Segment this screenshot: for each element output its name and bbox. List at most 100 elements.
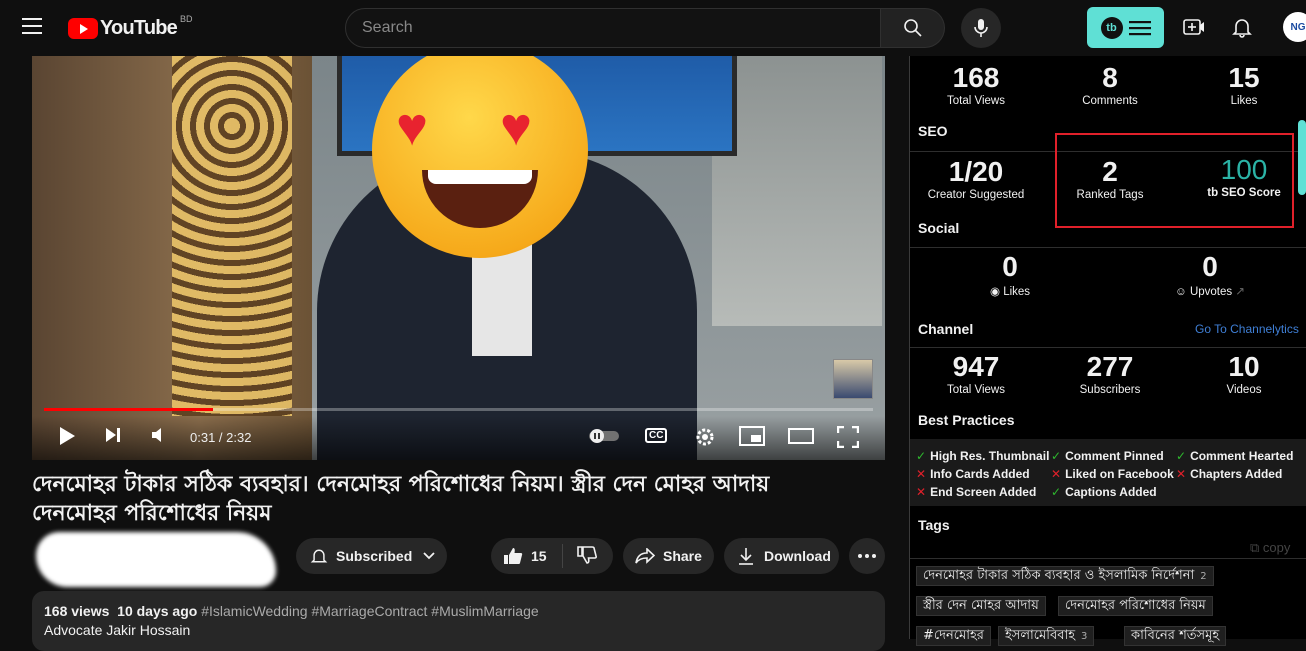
youtube-logo[interactable]: YouTube BD <box>68 14 193 40</box>
search-bar <box>345 8 945 48</box>
voice-search-button[interactable] <box>961 8 1001 48</box>
best-practices-heading: Best Practices <box>918 412 1015 428</box>
go-to-channelytics-link[interactable]: Go To Channelytics <box>1195 322 1299 336</box>
divider <box>910 558 1306 559</box>
bp-item: ✓ High Res. Thumbnail <box>916 449 1049 463</box>
divider <box>910 247 1306 248</box>
best-practices-list: ✓ High Res. Thumbnail ✓ Comment Pinned ✓ Co… <box>910 439 1306 506</box>
stat-label: Total Views <box>947 95 1005 107</box>
tags-heading: Tags <box>918 517 950 533</box>
description-meta: 168 views 10 days ago #IslamicWedding #M… <box>44 603 873 619</box>
tubebuddy-menu-button[interactable]: tb <box>1087 7 1164 48</box>
autoplay-toggle-icon[interactable] <box>588 428 620 444</box>
bp-item: ✓ Captions Added <box>1051 485 1157 499</box>
channel-watermark[interactable] <box>833 359 873 399</box>
tag-chip[interactable]: দেনমোহর পরিশোধের নিয়ম <box>1058 596 1213 616</box>
tubebuddy-panel: 168 Total Views 8 Comments 15 Likes SEO … <box>909 56 1306 646</box>
panel-scrollbar[interactable] <box>1298 120 1306 195</box>
stat-number: 947 <box>952 351 1000 382</box>
check-icon: ✓ <box>916 449 927 463</box>
download-label: Download <box>764 548 831 564</box>
avatar[interactable]: NG <box>1283 12 1306 42</box>
video-player[interactable]: ♥ ♥ 0:31 / 2:32 CC <box>32 56 885 460</box>
highlight-box <box>1055 133 1294 228</box>
external-link-icon[interactable]: ↗ <box>1235 286 1245 298</box>
progress-bar[interactable] <box>44 408 873 411</box>
stat-number: 277 <box>1086 351 1134 382</box>
youtube-play-icon <box>68 17 98 39</box>
create-icon <box>1183 19 1204 35</box>
stat-videos: 10 Videos <box>1178 351 1306 396</box>
settings-gear-icon[interactable] <box>694 426 716 448</box>
bp-label: Comment Pinned <box>1065 449 1164 463</box>
social-heading: Social <box>918 220 960 236</box>
tag-chip[interactable]: ইসলামেবিবাহ 3 <box>998 626 1095 646</box>
bp-label: Captions Added <box>1065 485 1157 499</box>
tag-text: স্ত্রীর দেন মোহর আদায় <box>923 598 1039 613</box>
video-frame-lattice <box>172 56 292 416</box>
description-box[interactable]: 168 views 10 days ago #IslamicWedding #M… <box>32 591 885 651</box>
bp-item: ✕ Info Cards Added <box>916 467 1030 481</box>
tubebuddy-logo: tb <box>1100 16 1123 39</box>
cross-icon: ✕ <box>1176 467 1187 481</box>
create-video-button[interactable] <box>1182 16 1206 43</box>
heart-eye-left-icon: ♥ <box>396 97 429 157</box>
download-button[interactable]: Download <box>724 538 839 574</box>
subscribe-button[interactable]: Subscribed <box>296 538 447 574</box>
bp-label: Liked on Facebook <box>1065 467 1174 481</box>
notifications-button[interactable] <box>1231 16 1253 43</box>
menu-icon[interactable] <box>22 18 42 34</box>
thumbs-down-icon <box>577 545 597 564</box>
tag-text: কাবিনের শর্তসমূহ <box>1131 628 1220 643</box>
tag-chip[interactable]: কাবিনের শর্তসমূহ <box>1124 626 1227 646</box>
search-input[interactable] <box>345 8 881 48</box>
stat-label: Likes <box>1230 95 1258 107</box>
tag-chip[interactable]: স্ত্রীর দেন মোহর আদায় <box>916 596 1046 616</box>
stat-number: 15 <box>1228 62 1260 93</box>
volume-icon[interactable] <box>150 426 168 444</box>
upvotes-label: Upvotes <box>1189 286 1233 298</box>
hashtags[interactable]: #IslamicWedding #MarriageContract #Musli… <box>201 603 538 619</box>
more-actions-button[interactable] <box>849 538 885 574</box>
copy-label: copy <box>1262 540 1291 555</box>
play-icon[interactable] <box>58 426 76 446</box>
chevron-down-icon <box>423 552 435 560</box>
bp-label: Comment Hearted <box>1190 449 1294 463</box>
copy-tags-button[interactable]: ⧉ copy <box>1250 540 1290 556</box>
stat-subscribers: 277 Subscribers <box>1044 351 1176 396</box>
check-icon: ✓ <box>1176 449 1187 463</box>
miniplayer-icon[interactable] <box>739 426 765 446</box>
reddit-icon: ☺ <box>1175 286 1187 298</box>
share-button[interactable]: Share <box>623 538 714 574</box>
hamburger-icon <box>1128 20 1151 35</box>
stat-upvotes: 0 ☺ Upvotes ↗ <box>1144 251 1276 298</box>
copy-icon: ⧉ <box>1250 540 1260 555</box>
stat-label: ◉ Likes <box>944 284 1076 298</box>
divider <box>910 347 1306 348</box>
bell-icon <box>310 549 328 563</box>
stat-label: Comments <box>1082 95 1138 107</box>
stat-number: 8 <box>1102 62 1118 93</box>
emoji-mouth <box>422 170 538 228</box>
social-likes-label: Likes <box>1003 286 1031 298</box>
microphone-icon <box>974 19 988 37</box>
fullscreen-icon[interactable] <box>837 426 859 448</box>
video-title: দেনমোহর টাকার সঠিক ব্যবহার। দেনমোহর পরিশ… <box>32 472 770 526</box>
theater-mode-icon[interactable] <box>788 426 814 446</box>
dislike-button[interactable] <box>563 545 597 567</box>
tag-chip[interactable]: #দেনমোহর <box>916 626 991 646</box>
like-button[interactable]: 15 <box>491 544 563 568</box>
tag-rank: 3 <box>1081 631 1088 642</box>
share-label: Share <box>663 548 702 564</box>
bp-label: Info Cards Added <box>930 467 1030 481</box>
tag-text: দেনমোহর টাকার সঠিক ব্যবহার ও ইসলামিক নির… <box>923 568 1195 583</box>
search-button[interactable] <box>881 8 945 48</box>
tag-chip[interactable]: দেনমোহর টাকার সঠিক ব্যবহার ও ইসলামিক নির… <box>916 566 1214 586</box>
progress-fill <box>44 408 214 411</box>
bp-label: End Screen Added <box>930 485 1037 499</box>
stat-channel-views: 947 Total Views <box>910 351 1042 396</box>
subtitles-button[interactable]: CC <box>645 428 668 443</box>
stat-number: 168 <box>952 62 1000 93</box>
masthead: YouTube BD tb NG <box>0 0 1306 56</box>
next-icon[interactable] <box>104 426 122 444</box>
